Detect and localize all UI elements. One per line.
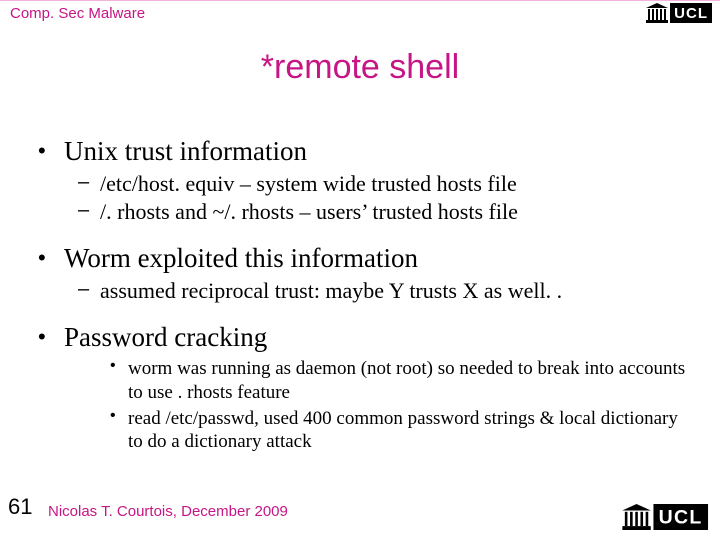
bullet-3-2: • read /etc/passwd, used 400 common pass… xyxy=(110,407,690,455)
bullet-text: /etc/host. equiv – system wide trusted h… xyxy=(100,171,517,197)
bullet-1-1: – /etc/host. equiv – system wide trusted… xyxy=(78,171,690,197)
bullet-2: • Worm exploited this information xyxy=(38,243,690,274)
bullet-icon: • xyxy=(38,322,64,353)
bullet-1-2: – /. rhosts and ~/. rhosts – users’ trus… xyxy=(78,199,690,225)
slide: Comp. Sec Malware UCL *remote shell • Un… xyxy=(0,0,720,540)
bullet-text: assumed reciprocal trust: maybe Y trusts… xyxy=(100,278,562,304)
slide-body: • Unix trust information – /etc/host. eq… xyxy=(38,130,690,456)
bullet-text: read /etc/passwd, used 400 common passwo… xyxy=(128,407,690,455)
bullet-text: Unix trust information xyxy=(64,136,307,167)
bullet-icon: • xyxy=(38,136,64,167)
bullet-icon: • xyxy=(38,243,64,274)
author-name: Nicolas T. Courtois xyxy=(48,503,173,520)
author-sep: , xyxy=(173,503,181,520)
bullet-icon: • xyxy=(110,357,128,405)
header-bar: Comp. Sec Malware UCL xyxy=(0,0,720,26)
ucl-logo-text: UCL xyxy=(670,3,712,23)
portico-icon xyxy=(646,3,668,23)
bullet-icon: • xyxy=(110,407,128,455)
ucl-logo-footer: UCL xyxy=(622,504,708,530)
bullet-text: /. rhosts and ~/. rhosts – users’ truste… xyxy=(100,199,518,225)
portico-icon xyxy=(622,504,651,530)
author-date: December 2009 xyxy=(181,503,288,520)
bullet-text: worm was running as daemon (not root) so… xyxy=(128,357,690,405)
slide-number: 61 xyxy=(8,494,32,520)
footer-author: Nicolas T. Courtois, December 2009 xyxy=(48,503,288,520)
bullet-text: Worm exploited this information xyxy=(64,243,418,274)
header-subject: Comp. Sec Malware xyxy=(0,5,145,22)
dash-icon: – xyxy=(78,278,100,304)
page-title: *remote shell xyxy=(0,48,720,87)
bullet-3-1: • worm was running as daemon (not root) … xyxy=(110,357,690,405)
bullet-1: • Unix trust information xyxy=(38,136,690,167)
bullet-text: Password cracking xyxy=(64,322,267,353)
dash-icon: – xyxy=(78,199,100,225)
ucl-logo: UCL xyxy=(646,3,712,23)
header-logo: UCL xyxy=(646,3,712,28)
bullet-2-1: – assumed reciprocal trust: maybe Y trus… xyxy=(78,278,690,304)
ucl-logo-text: UCL xyxy=(654,504,708,530)
bullet-3: • Password cracking xyxy=(38,322,690,353)
dash-icon: – xyxy=(78,171,100,197)
